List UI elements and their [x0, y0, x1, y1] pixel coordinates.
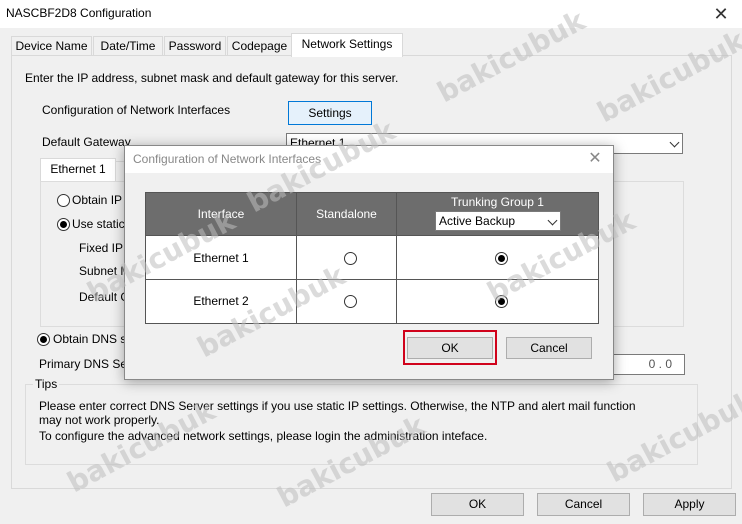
row-2-trunk-radio[interactable] [495, 295, 508, 308]
row-2-interface: Ethernet 2 [193, 294, 249, 308]
interfaces-label: Configuration of Network Interfaces [42, 103, 231, 117]
divider [146, 279, 598, 280]
tips-line-2: may not work properly. [39, 413, 160, 427]
tips-line-3: To configure the advanced network settin… [39, 429, 488, 443]
tab-device-name[interactable]: Device Name [11, 36, 92, 56]
config-window: NASCBF2D8 Configuration ✕ Device Name Da… [0, 0, 742, 524]
tab-ethernet-1[interactable]: Ethernet 1 [40, 158, 116, 181]
tips-line-1: Please enter correct DNS Server settings… [39, 399, 636, 413]
gateway-label: Default Gateway [42, 135, 131, 149]
tab-network-settings[interactable]: Network Settings [291, 33, 403, 57]
divider [396, 193, 397, 323]
subnet-label: Subnet M [79, 264, 131, 278]
close-icon[interactable]: ✕ [706, 2, 736, 26]
interfaces-table: Interface Standalone Trunking Group 1 Ac… [145, 192, 599, 324]
tab-codepage[interactable]: Codepage [227, 36, 292, 56]
dialog-title: Configuration of Network Interfaces [133, 152, 322, 166]
tips-title: Tips [33, 377, 60, 391]
intro-text: Enter the IP address, subnet mask and de… [25, 71, 399, 85]
row-1-trunk-radio[interactable] [495, 252, 508, 265]
ok-button[interactable]: OK [431, 493, 524, 516]
chevron-down-icon [547, 215, 558, 226]
primary-dns-label: Primary DNS Ser [39, 357, 132, 371]
header-interface: Interface [146, 193, 296, 235]
divider [146, 235, 598, 236]
chevron-down-icon [669, 137, 680, 148]
row-2-standalone-radio[interactable] [344, 295, 357, 308]
window-title: NASCBF2D8 Configuration [6, 6, 152, 20]
obtain-ip-label: Obtain IP a [72, 193, 132, 207]
divider [296, 193, 297, 323]
use-static-radio[interactable] [57, 218, 70, 231]
settings-button[interactable]: Settings [288, 101, 372, 125]
tab-password[interactable]: Password [164, 36, 226, 56]
header-trunking-label: Trunking Group 1 [451, 195, 544, 209]
dialog-ok-button[interactable]: OK [407, 337, 493, 359]
row-1-standalone-radio[interactable] [344, 252, 357, 265]
dialog-close-icon[interactable]: ✕ [583, 148, 607, 170]
primary-dns-value: 0 . 0 [648, 357, 672, 371]
cancel-button[interactable]: Cancel [537, 493, 630, 516]
row-1-interface: Ethernet 1 [193, 251, 249, 265]
trunk-mode-select[interactable]: Active Backup [435, 211, 561, 231]
obtain-dns-label: Obtain DNS se [53, 332, 134, 346]
obtain-dns-radio[interactable] [37, 333, 50, 346]
header-trunking: Trunking Group 1 Active Backup [397, 193, 598, 235]
title-bar: NASCBF2D8 Configuration ✕ [0, 0, 742, 28]
dialog-title-bar: Configuration of Network Interfaces ✕ [125, 146, 613, 173]
interfaces-dialog: Configuration of Network Interfaces ✕ In… [124, 145, 614, 380]
header-standalone: Standalone [297, 193, 396, 235]
default-gateway-label: Default G [79, 290, 130, 304]
tab-date-time[interactable]: Date/Time [93, 36, 163, 56]
trunk-mode-value: Active Backup [439, 214, 516, 228]
dialog-cancel-button[interactable]: Cancel [506, 337, 592, 359]
apply-button[interactable]: Apply [643, 493, 736, 516]
use-static-label: Use static [72, 217, 125, 231]
obtain-ip-radio[interactable] [57, 194, 70, 207]
